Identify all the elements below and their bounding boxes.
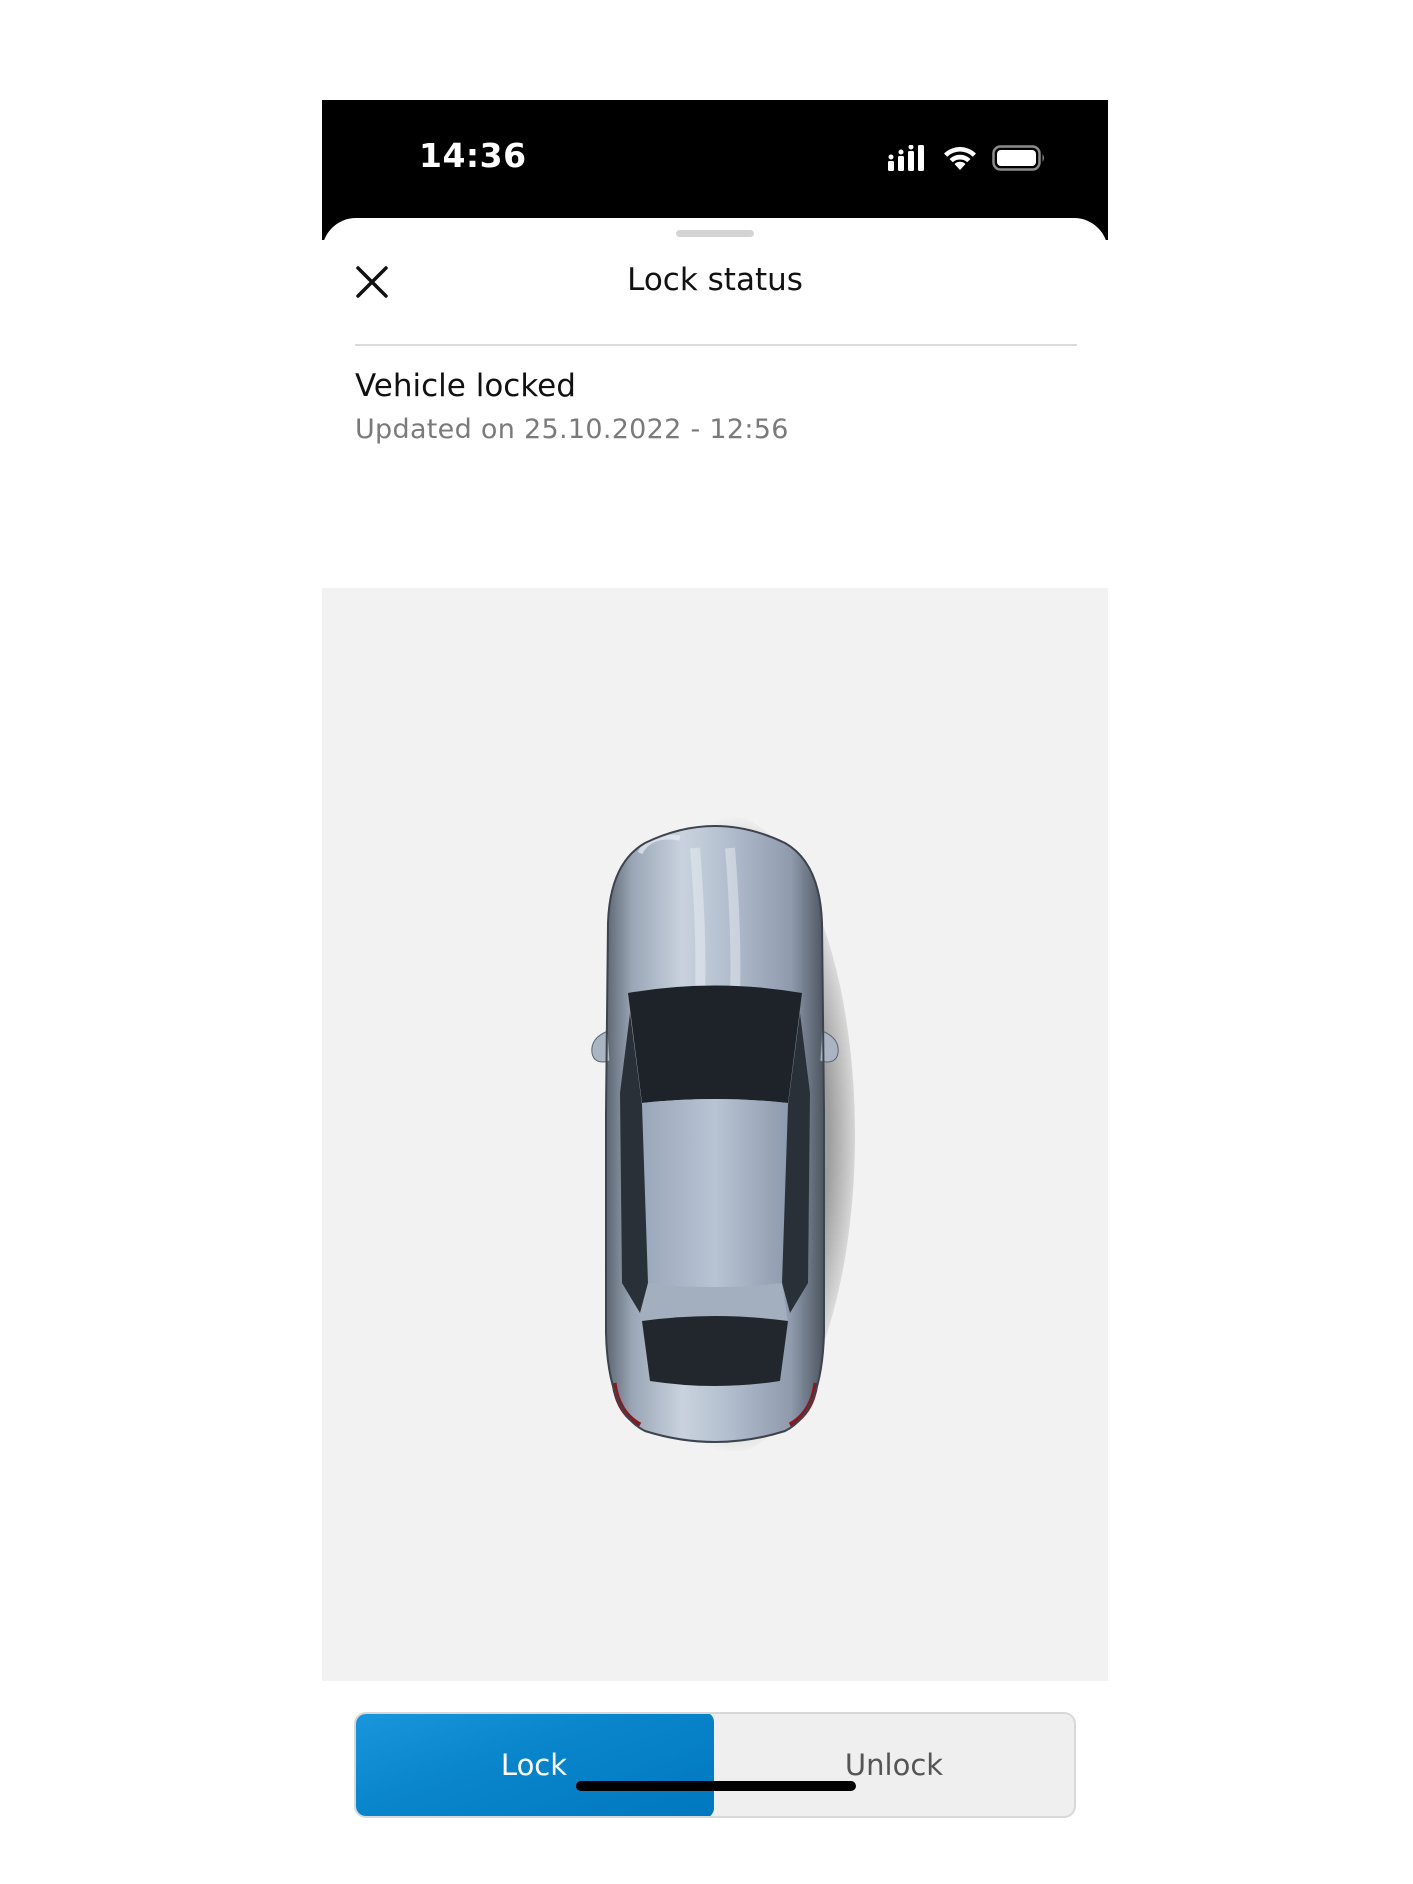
header-divider bbox=[355, 344, 1077, 346]
wifi-icon bbox=[944, 147, 976, 170]
home-indicator[interactable] bbox=[576, 1781, 856, 1791]
last-updated-text: Updated on 25.10.2022 - 12:56 bbox=[355, 414, 789, 445]
unlock-button[interactable]: Unlock bbox=[714, 1714, 1074, 1816]
car-top-view-image bbox=[591, 815, 855, 1451]
lock-status-sheet: Lock status Vehicle locked Updated on 25… bbox=[322, 218, 1108, 1818]
sheet-title: Lock status bbox=[627, 262, 803, 298]
sheet-grabber[interactable] bbox=[676, 230, 754, 237]
battery-icon bbox=[992, 145, 1044, 171]
lock-unlock-control: Lock Unlock bbox=[354, 1712, 1076, 1818]
status-icons bbox=[888, 142, 1046, 174]
lock-button[interactable]: Lock bbox=[356, 1714, 714, 1816]
phone-screen: 14:36 Lock status Vehicle locked Updated… bbox=[322, 100, 1108, 1818]
vehicle-visual-area bbox=[322, 588, 1108, 1681]
lock-status-heading: Vehicle locked bbox=[355, 368, 576, 404]
signal-icon bbox=[888, 145, 924, 171]
status-time: 14:36 bbox=[419, 136, 527, 175]
